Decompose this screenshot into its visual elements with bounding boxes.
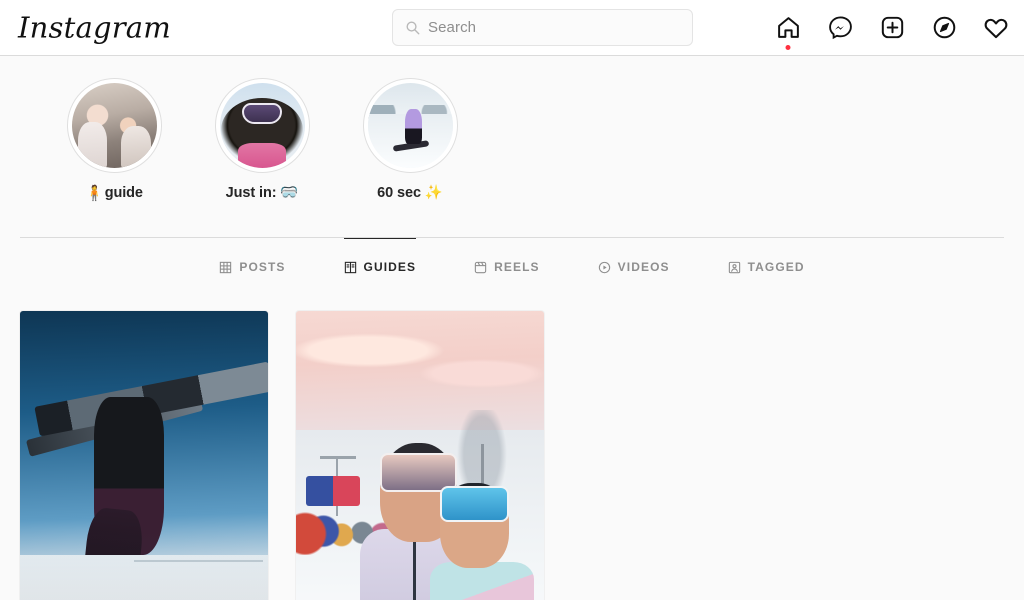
story-highlight-ring (66, 78, 162, 173)
story-highlight-thumbnail (367, 83, 453, 168)
tab-guides[interactable]: GUIDES (343, 238, 417, 292)
tab-reels[interactable]: REELS (474, 238, 540, 292)
top-navigation-bar: Instagram (0, 0, 1024, 56)
story-highlight-ring (214, 78, 310, 173)
search-input[interactable] (428, 19, 680, 36)
guides-grid: 9 POSTS (0, 293, 1024, 600)
story-highlight-label-text: 60 sec ✨ (377, 185, 443, 201)
story-highlight-label-text: Just in: 🥽 (225, 185, 299, 201)
explore-icon[interactable] (930, 14, 958, 42)
reels-icon (474, 261, 487, 274)
nav-icon-group (774, 14, 1010, 50)
tab-posts-label: POSTS (239, 260, 286, 274)
profile-tab-bar: POSTS GUIDES REELS VIDEOS TAGGED (0, 238, 1024, 293)
tab-reels-label: REELS (494, 260, 540, 274)
new-post-icon[interactable] (878, 14, 906, 42)
story-highlight-thumbnail (71, 83, 157, 168)
play-circle-icon (598, 261, 611, 274)
selfie-artwork (71, 83, 157, 168)
instagram-logo[interactable]: Instagram (18, 13, 171, 42)
story-highlight-ring (362, 78, 458, 173)
tab-posts[interactable]: POSTS (219, 238, 285, 292)
tab-tagged-label: TAGGED (747, 260, 805, 274)
guide-card[interactable]: 9 POSTS (20, 311, 268, 600)
snowboarder-artwork (367, 83, 453, 168)
guide-card[interactable] (296, 311, 544, 600)
story-highlight-label: Just in: 🥽 (226, 186, 299, 201)
story-highlights-row: 🧍 guide Just in: 🥽 60 sec ✨ (0, 56, 1024, 201)
ski-couple-artwork (296, 311, 544, 600)
tagged-person-icon (728, 261, 741, 274)
tab-videos-label: VIDEOS (617, 260, 670, 274)
story-highlight-label-text: guide (104, 185, 143, 202)
home-icon[interactable] (774, 14, 802, 50)
story-highlight-60-sec[interactable]: 60 sec ✨ (362, 78, 458, 201)
story-highlight-label: 🧍 guide (85, 186, 143, 201)
story-highlight-thumbnail (219, 83, 305, 168)
home-notification-dot (785, 44, 791, 50)
person-emoji-icon: 🧍 (85, 184, 104, 202)
ski-flip-artwork (20, 311, 268, 600)
story-highlight-guide[interactable]: 🧍 guide (66, 78, 162, 201)
search-box[interactable] (392, 9, 693, 46)
activity-heart-icon[interactable] (982, 14, 1010, 42)
messenger-icon[interactable] (826, 14, 854, 42)
tab-videos[interactable]: VIDEOS (598, 238, 670, 292)
tab-tagged[interactable]: TAGGED (728, 238, 805, 292)
guides-book-icon (344, 261, 357, 274)
goggles-portrait-artwork (219, 83, 305, 168)
grid-icon (219, 261, 232, 274)
search-container (392, 9, 693, 46)
story-highlight-just-in[interactable]: Just in: 🥽 (214, 78, 310, 201)
story-highlight-label: 60 sec ✨ (377, 186, 443, 201)
tab-guides-label: GUIDES (363, 260, 417, 274)
search-icon (405, 20, 420, 35)
